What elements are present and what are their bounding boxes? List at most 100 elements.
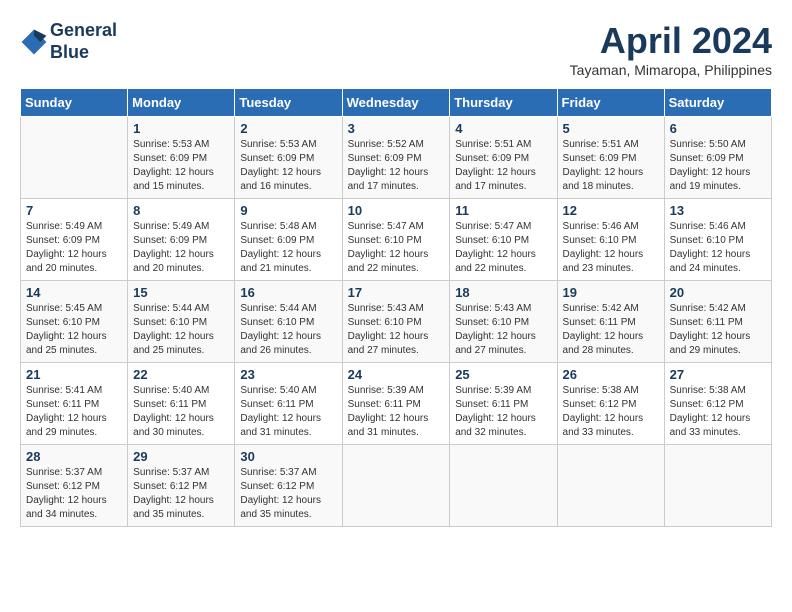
day-info: Sunrise: 5:53 AMSunset: 6:09 PMDaylight:… — [133, 138, 229, 194]
calendar-day-cell — [450, 445, 557, 527]
day-info: Sunrise: 5:49 AMSunset: 6:09 PMDaylight:… — [26, 220, 122, 276]
day-number: 23 — [240, 367, 336, 382]
logo-line1: General — [50, 20, 117, 40]
day-number: 17 — [348, 285, 445, 300]
calendar-day-cell — [342, 445, 450, 527]
day-info: Sunrise: 5:43 AMSunset: 6:10 PMDaylight:… — [455, 302, 551, 358]
day-number: 9 — [240, 203, 336, 218]
day-number: 21 — [26, 367, 122, 382]
day-info: Sunrise: 5:46 AMSunset: 6:10 PMDaylight:… — [670, 220, 766, 276]
title-block: April 2024 Tayaman, Mimaropa, Philippine… — [570, 20, 772, 78]
day-info: Sunrise: 5:44 AMSunset: 6:10 PMDaylight:… — [240, 302, 336, 358]
day-info: Sunrise: 5:40 AMSunset: 6:11 PMDaylight:… — [133, 384, 229, 440]
day-info: Sunrise: 5:38 AMSunset: 6:12 PMDaylight:… — [563, 384, 659, 440]
day-info: Sunrise: 5:44 AMSunset: 6:10 PMDaylight:… — [133, 302, 229, 358]
calendar-day-cell: 2Sunrise: 5:53 AMSunset: 6:09 PMDaylight… — [235, 117, 342, 199]
day-info: Sunrise: 5:42 AMSunset: 6:11 PMDaylight:… — [670, 302, 766, 358]
day-number: 30 — [240, 449, 336, 464]
calendar-day-cell: 15 Sunrise: 5:44 AMSunset: 6:10 PMDayligh… — [128, 281, 235, 363]
calendar-day-cell: 27Sunrise: 5:38 AMSunset: 6:12 PMDayligh… — [664, 363, 771, 445]
logo-line2: Blue — [50, 42, 89, 62]
day-header-sunday: Sunday — [21, 89, 128, 117]
calendar-day-cell: 16 Sunrise: 5:44 AMSunset: 6:10 PMDayligh… — [235, 281, 342, 363]
day-number: 29 — [133, 449, 229, 464]
calendar-week-row: 28 Sunrise: 5:37 AMSunset: 6:12 PMDayligh… — [21, 445, 772, 527]
logo: General Blue — [20, 20, 117, 63]
day-info: Sunrise: 5:51 AMSunset: 6:09 PMDaylight:… — [563, 138, 659, 194]
calendar-day-cell: 18 Sunrise: 5:43 AMSunset: 6:10 PMDayligh… — [450, 281, 557, 363]
day-info: Sunrise: 5:50 AMSunset: 6:09 PMDaylight:… — [670, 138, 766, 194]
calendar-day-cell: 21 Sunrise: 5:41 AMSunset: 6:11 PMDayligh… — [21, 363, 128, 445]
calendar-week-row: 7 Sunrise: 5:49 AMSunset: 6:09 PMDaylight… — [21, 199, 772, 281]
day-info: Sunrise: 5:49 AMSunset: 6:09 PMDaylight:… — [133, 220, 229, 276]
calendar-day-cell: 26 Sunrise: 5:38 AMSunset: 6:12 PMDayligh… — [557, 363, 664, 445]
day-info: Sunrise: 5:41 AMSunset: 6:11 PMDaylight:… — [26, 384, 122, 440]
calendar-day-cell: 23Sunrise: 5:40 AMSunset: 6:11 PMDayligh… — [235, 363, 342, 445]
calendar-day-cell: 4 Sunrise: 5:51 AMSunset: 6:09 PMDaylight… — [450, 117, 557, 199]
day-info: Sunrise: 5:51 AMSunset: 6:09 PMDaylight:… — [455, 138, 551, 194]
calendar-day-cell: 1 Sunrise: 5:53 AMSunset: 6:09 PMDaylight… — [128, 117, 235, 199]
day-number: 3 — [348, 121, 445, 136]
day-number: 18 — [455, 285, 551, 300]
day-number: 11 — [455, 203, 551, 218]
day-info: Sunrise: 5:48 AMSunset: 6:09 PMDaylight:… — [240, 220, 336, 276]
calendar-day-cell — [664, 445, 771, 527]
calendar-day-cell: 17 Sunrise: 5:43 AMSunset: 6:10 PMDayligh… — [342, 281, 450, 363]
day-number: 6 — [670, 121, 766, 136]
calendar-day-cell: 7 Sunrise: 5:49 AMSunset: 6:09 PMDaylight… — [21, 199, 128, 281]
location: Tayaman, Mimaropa, Philippines — [570, 62, 772, 78]
day-number: 2 — [240, 121, 336, 136]
day-number: 14 — [26, 285, 122, 300]
logo-icon — [20, 28, 48, 56]
calendar-day-cell: 3 Sunrise: 5:52 AMSunset: 6:09 PMDaylight… — [342, 117, 450, 199]
calendar-day-cell: 12Sunrise: 5:46 AMSunset: 6:10 PMDayligh… — [557, 199, 664, 281]
day-number: 20 — [670, 285, 766, 300]
day-info: Sunrise: 5:52 AMSunset: 6:09 PMDaylight:… — [348, 138, 445, 194]
calendar-day-cell: 13 Sunrise: 5:46 AMSunset: 6:10 PMDayligh… — [664, 199, 771, 281]
day-info: Sunrise: 5:37 AMSunset: 6:12 PMDaylight:… — [133, 466, 229, 522]
calendar-week-row: 21 Sunrise: 5:41 AMSunset: 6:11 PMDayligh… — [21, 363, 772, 445]
day-number: 12 — [563, 203, 659, 218]
day-number: 24 — [348, 367, 445, 382]
calendar-day-cell: 11 Sunrise: 5:47 AMSunset: 6:10 PMDayligh… — [450, 199, 557, 281]
calendar-day-cell: 19 Sunrise: 5:42 AMSunset: 6:11 PMDayligh… — [557, 281, 664, 363]
day-header-thursday: Thursday — [450, 89, 557, 117]
day-info: Sunrise: 5:39 AMSunset: 6:11 PMDaylight:… — [455, 384, 551, 440]
day-number: 10 — [348, 203, 445, 218]
day-header-friday: Friday — [557, 89, 664, 117]
day-info: Sunrise: 5:39 AMSunset: 6:11 PMDaylight:… — [348, 384, 445, 440]
day-number: 1 — [133, 121, 229, 136]
day-number: 15 — [133, 285, 229, 300]
calendar-week-row: 1 Sunrise: 5:53 AMSunset: 6:09 PMDaylight… — [21, 117, 772, 199]
logo-text: General Blue — [50, 20, 117, 63]
calendar-day-cell: 22 Sunrise: 5:40 AMSunset: 6:11 PMDayligh… — [128, 363, 235, 445]
calendar-day-cell: 20 Sunrise: 5:42 AMSunset: 6:11 PMDayligh… — [664, 281, 771, 363]
calendar-day-cell: 28 Sunrise: 5:37 AMSunset: 6:12 PMDayligh… — [21, 445, 128, 527]
day-info: Sunrise: 5:37 AMSunset: 6:12 PMDaylight:… — [26, 466, 122, 522]
day-number: 28 — [26, 449, 122, 464]
day-info: Sunrise: 5:42 AMSunset: 6:11 PMDaylight:… — [563, 302, 659, 358]
day-number: 16 — [240, 285, 336, 300]
day-info: Sunrise: 5:47 AMSunset: 6:10 PMDaylight:… — [455, 220, 551, 276]
day-number: 22 — [133, 367, 229, 382]
calendar-table: SundayMondayTuesdayWednesdayThursdayFrid… — [20, 88, 772, 527]
day-number: 26 — [563, 367, 659, 382]
day-number: 8 — [133, 203, 229, 218]
day-header-tuesday: Tuesday — [235, 89, 342, 117]
day-number: 27 — [670, 367, 766, 382]
day-info: Sunrise: 5:37 AMSunset: 6:12 PMDaylight:… — [240, 466, 336, 522]
calendar-day-cell: 29 Sunrise: 5:37 AMSunset: 6:12 PMDayligh… — [128, 445, 235, 527]
day-info: Sunrise: 5:43 AMSunset: 6:10 PMDaylight:… — [348, 302, 445, 358]
day-header-saturday: Saturday — [664, 89, 771, 117]
day-number: 7 — [26, 203, 122, 218]
day-header-monday: Monday — [128, 89, 235, 117]
day-number: 4 — [455, 121, 551, 136]
calendar-day-cell: 8 Sunrise: 5:49 AMSunset: 6:09 PMDaylight… — [128, 199, 235, 281]
day-number: 19 — [563, 285, 659, 300]
calendar-day-cell: 9 Sunrise: 5:48 AMSunset: 6:09 PMDaylight… — [235, 199, 342, 281]
day-number: 25 — [455, 367, 551, 382]
calendar-day-cell: 5Sunrise: 5:51 AMSunset: 6:09 PMDaylight… — [557, 117, 664, 199]
calendar-day-cell: 10Sunrise: 5:47 AMSunset: 6:10 PMDayligh… — [342, 199, 450, 281]
calendar-day-cell — [557, 445, 664, 527]
day-number: 13 — [670, 203, 766, 218]
